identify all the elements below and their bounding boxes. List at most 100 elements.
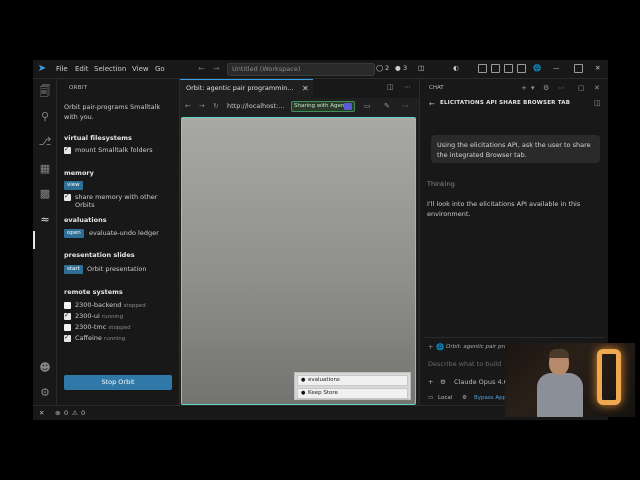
toggle-secondary-sidebar-icon[interactable]	[504, 64, 513, 73]
comments-icon[interactable]: ◫	[418, 64, 424, 72]
remote-checkbox-ui[interactable]	[64, 311, 71, 320]
share-memory-label: share memory with other Orbits	[75, 193, 158, 209]
account-icon[interactable]: ☻	[38, 361, 52, 375]
globe-icon[interactable]: 🌐	[533, 64, 541, 72]
share-agent-icon	[344, 103, 352, 110]
browser-reload-icon[interactable]: ↻	[213, 102, 219, 110]
activity-bar: 🗐 ⚲ ⎇ ▦ ▩ ≈ ☻ ⚙	[33, 79, 57, 405]
context-globe-icon: 🌐	[436, 343, 445, 351]
presenter-hair-shape	[549, 349, 569, 358]
remote-checkbox-tmc[interactable]	[64, 324, 71, 331]
chat-back-arrow-icon[interactable]: ←	[429, 100, 435, 108]
browser-more-icon[interactable]: ⋯	[402, 102, 409, 110]
extensions-icon[interactable]: ▦	[38, 162, 52, 176]
chart-icon[interactable]: ▩	[38, 187, 52, 201]
mode-local[interactable]: Local	[438, 395, 452, 401]
evaluations-label: evaluate-undo ledger	[89, 229, 159, 237]
tab-close-icon[interactable]: ✕	[302, 80, 309, 97]
warnings-icon[interactable]: ⚠	[72, 409, 78, 417]
errors-count[interactable]: 0	[64, 409, 68, 417]
assistant-message: I'll look into the elicitations API avai…	[427, 200, 581, 218]
slides-label: Orbit presentation	[87, 265, 147, 273]
chat-input-field[interactable]: Describe what to build	[428, 360, 501, 368]
mount-checkbox[interactable]	[64, 145, 71, 154]
badge-count-b: 3	[403, 64, 408, 72]
webcam-overlay	[505, 343, 635, 417]
remote-indicator-icon[interactable]: ✕	[39, 409, 44, 417]
menu-edit[interactable]: Edit	[75, 65, 89, 73]
minimize-icon[interactable]: —	[553, 64, 560, 72]
devices-icon[interactable]: ▭	[364, 102, 371, 110]
lamp-shape	[597, 349, 621, 405]
memory-view-button[interactable]: view	[64, 181, 83, 190]
close-window-icon[interactable]: ✕	[595, 64, 600, 72]
dot-icon: ●	[395, 64, 401, 72]
new-chat-icon[interactable]: +	[521, 84, 527, 92]
sidebar-intro: Orbit pair-programs Smalltalk with you.	[64, 103, 161, 121]
tab-label: Orbit: agentic pair programmin...	[186, 84, 294, 92]
attach-icon[interactable]: +	[428, 378, 433, 386]
browser-back-icon[interactable]: ←	[185, 102, 191, 110]
share-memory-checkbox[interactable]	[64, 192, 71, 201]
browser-url-input[interactable]: http://localhost:...	[227, 101, 289, 112]
chat-settings-icon[interactable]: ⚙	[543, 84, 549, 92]
user-message: Using the elicitations API, ask the user…	[431, 135, 600, 163]
source-control-icon[interactable]: ⎇	[38, 135, 52, 149]
remote-item-tmc: 2300-tmc stopped	[75, 323, 131, 331]
stop-orbit-button[interactable]: Stop Orbit	[64, 375, 172, 390]
menu-file[interactable]: File	[56, 65, 68, 73]
editor-area: Orbit: agentic pair programmin... ✕ ◫ ⋯ …	[180, 79, 419, 405]
slides-heading: presentation slides	[64, 251, 135, 259]
warnings-count[interactable]: 0	[81, 409, 85, 417]
menu-go[interactable]: Go	[155, 65, 165, 73]
slides-start-button[interactable]: start	[64, 265, 83, 274]
browser-forward-icon[interactable]: →	[199, 102, 205, 110]
tab-bar: Orbit: agentic pair programmin... ✕ ◫ ⋯	[180, 79, 419, 98]
mode-divider-icon: ⚙	[462, 395, 467, 401]
search-icon[interactable]: ⚲	[38, 110, 52, 124]
tab-orbit-browser[interactable]: Orbit: agentic pair programmin... ✕	[180, 79, 313, 98]
remote-checkbox-backend[interactable]	[64, 302, 71, 309]
add-context-icon[interactable]: +	[428, 343, 433, 351]
explorer-icon[interactable]: 🗐	[38, 85, 52, 99]
copilot-status-icon[interactable]: ◯	[376, 64, 383, 72]
inspect-icon[interactable]: ✎	[384, 102, 390, 110]
evaluations-open-button[interactable]: open	[64, 229, 84, 238]
chat-session-title: ELICITATIONS API SHARE BROWSER TAB	[440, 100, 571, 106]
chat-session-panel-icon[interactable]: ◫	[594, 99, 601, 107]
remote-item-backend: 2300-backend stopped	[75, 301, 146, 309]
browser-webview[interactable]: evaluations Keep Store	[181, 117, 416, 405]
memory-heading: memory	[64, 169, 94, 177]
more-actions-icon[interactable]: ⋯	[404, 83, 411, 91]
sharing-with-agent-badge[interactable]: Sharing with Agent	[291, 101, 355, 112]
toggle-sidebar-icon[interactable]	[491, 64, 500, 73]
menu-selection[interactable]: Selection	[94, 65, 126, 73]
accounts-icon[interactable]: ◐	[453, 64, 459, 72]
back-arrow-icon[interactable]: ←	[198, 64, 205, 73]
close-panel-icon[interactable]: ✕	[594, 84, 600, 92]
evaluations-heading: evaluations	[64, 216, 107, 224]
remote-item-caffeine: Caffeine running	[75, 334, 126, 342]
tools-icon[interactable]: ⚙	[440, 378, 446, 386]
new-chat-dropdown-icon[interactable]: ▾	[531, 84, 535, 92]
errors-icon[interactable]: ⊗	[55, 409, 60, 417]
orbit-icon[interactable]: ≈	[38, 213, 52, 227]
settings-gear-icon[interactable]: ⚙	[38, 386, 52, 400]
model-picker[interactable]: Claude Opus 4.6	[454, 378, 508, 386]
toggle-panel-icon[interactable]	[478, 64, 487, 73]
forward-arrow-icon[interactable]: →	[213, 64, 220, 73]
palette-item-evaluations[interactable]: evaluations	[297, 375, 408, 386]
presenter-body-shape	[537, 373, 583, 417]
title-bar: ➤ File Edit Selection View Go ← → Untitl…	[33, 60, 608, 79]
split-editor-icon[interactable]: ◫	[387, 83, 394, 91]
menu-view[interactable]: View	[132, 65, 149, 73]
customize-layout-icon[interactable]	[517, 64, 526, 73]
maximize-panel-icon[interactable]: ▢	[578, 84, 585, 92]
palette-item-keep-store[interactable]: Keep Store	[297, 388, 408, 399]
chat-more-icon[interactable]: ⋯	[558, 84, 565, 92]
badge-count-a: 2	[385, 64, 390, 72]
remote-checkbox-caffeine[interactable]	[64, 333, 71, 342]
maximize-icon[interactable]	[574, 64, 583, 73]
command-center-search[interactable]: Untitled (Workspace)	[227, 63, 375, 76]
remote-item-ui: 2300-ui running	[75, 312, 124, 320]
